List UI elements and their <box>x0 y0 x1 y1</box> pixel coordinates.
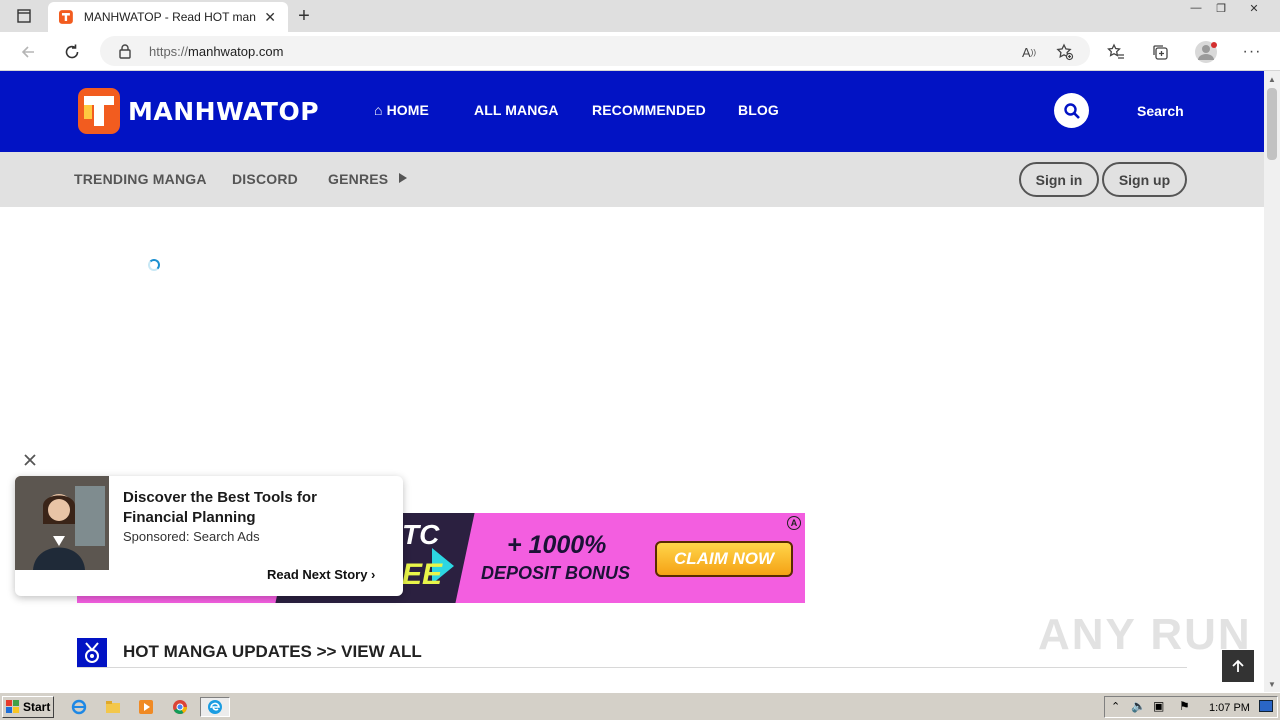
profile-button[interactable] <box>1192 38 1220 66</box>
home-icon: ⌂ <box>374 102 383 118</box>
browser-tab[interactable]: MANHWATOP - Read HOT manga ✕ <box>48 2 288 32</box>
section-divider <box>77 667 1187 668</box>
nav-genres[interactable]: GENRES <box>328 171 408 187</box>
page-scrollbar[interactable]: ▲ ▼ <box>1264 71 1280 692</box>
secondary-nav: TRENDING MANGA DISCORD GENRES Sign in Si… <box>0 152 1264 207</box>
profile-avatar-icon <box>1195 41 1217 63</box>
lock-icon <box>119 44 131 59</box>
explorer-taskbar-icon[interactable] <box>102 697 124 717</box>
taskbar-clock[interactable]: 1:07 PM <box>1209 702 1250 714</box>
tab-title: MANHWATOP - Read HOT manga <box>83 10 257 24</box>
nav-trending-manga[interactable]: TRENDING MANGA <box>74 171 207 187</box>
add-favorite-icon[interactable] <box>1054 41 1076 63</box>
tab-actions-icon <box>17 9 31 23</box>
tab-close-icon[interactable]: ✕ <box>262 9 278 25</box>
edge-taskbar-icon[interactable] <box>200 697 230 717</box>
sign-up-button[interactable]: Sign up <box>1102 162 1187 197</box>
media-player-taskbar-icon[interactable] <box>135 697 157 717</box>
read-aloud-icon[interactable]: A)) <box>1018 41 1040 63</box>
flag-icon[interactable]: ⚑ <box>1179 699 1190 713</box>
banner-ad-bonus: + 1000% <box>507 531 607 559</box>
refresh-button[interactable] <box>58 38 86 66</box>
popup-ad-photo <box>15 476 109 570</box>
caret-right-icon <box>399 173 408 183</box>
search-label[interactable]: Search <box>1137 103 1184 119</box>
ellipsis-icon: ··· <box>1242 43 1262 60</box>
scroll-up-icon[interactable]: ▲ <box>1264 71 1280 87</box>
back-arrow-icon <box>21 46 34 58</box>
sponsored-popup[interactable]: Discover the Best Tools for Financial Pl… <box>15 476 403 596</box>
site-header: MANHWATOP ⌂ HOME ALL MANGA RECOMMENDED B… <box>0 71 1264 152</box>
search-button[interactable] <box>1054 93 1089 128</box>
popup-ad-headline[interactable]: Discover the Best Tools for Financial Pl… <box>123 488 383 528</box>
volume-icon[interactable]: 🔈 <box>1131 699 1146 713</box>
restore-icon[interactable]: ❐ <box>1209 0 1233 16</box>
site-logo[interactable]: MANHWATOP <box>76 86 319 136</box>
windows-taskbar: Start ⌃ 🔈 ▣ ⚑ 1:07 PM <box>0 692 1280 720</box>
favorites-icon <box>1107 43 1124 59</box>
address-bar[interactable]: https://manhwatop.com A)) <box>100 36 1090 66</box>
section-title[interactable]: HOT MANGA UPDATES >> VIEW ALL <box>123 642 422 662</box>
collections-icon <box>1153 45 1168 60</box>
window-close-icon[interactable]: ✕ <box>1242 0 1266 16</box>
collections-button[interactable] <box>1146 38 1174 66</box>
banner-ad-line2: EE <box>402 558 443 591</box>
system-tray: ⌃ 🔈 ▣ ⚑ <box>1104 696 1278 718</box>
claim-now-button[interactable]: CLAIM NOW <box>655 541 793 577</box>
back-to-top-button[interactable] <box>1222 650 1254 682</box>
popup-ad-sponsor: Sponsored: Search Ads <box>123 529 260 544</box>
nav-home[interactable]: ⌂ HOME <box>374 102 429 118</box>
nav-discord[interactable]: DISCORD <box>232 171 298 187</box>
hot-medal-icon <box>77 638 107 668</box>
popup-close-button[interactable] <box>20 450 40 470</box>
logo-mark-icon <box>78 88 120 134</box>
banner-ad-deposit: DEPOSIT BONUS <box>481 563 631 583</box>
banner-ad-line1: TC <box>402 519 440 550</box>
nav-recommended[interactable]: RECOMMENDED <box>592 102 706 118</box>
tray-expand-icon[interactable]: ⌃ <box>1111 700 1120 713</box>
read-next-story-link[interactable]: Read Next Story › <box>267 567 375 582</box>
show-desktop-icon[interactable] <box>1259 700 1273 712</box>
more-menu-button[interactable]: ··· <box>1238 38 1266 66</box>
browser-toolbar: https://manhwatop.com A)) ··· <box>0 32 1280 71</box>
new-tab-button[interactable]: + <box>292 4 316 28</box>
back-button[interactable] <box>14 38 42 66</box>
sign-in-button[interactable]: Sign in <box>1019 162 1099 197</box>
search-icon <box>1063 102 1080 119</box>
chrome-taskbar-icon[interactable] <box>169 697 191 717</box>
start-button[interactable]: Start <box>2 696 54 718</box>
tab-actions-button[interactable] <box>8 4 40 28</box>
network-icon[interactable]: ▣ <box>1153 699 1164 713</box>
refresh-icon <box>65 44 79 59</box>
scroll-thumb[interactable] <box>1267 88 1277 160</box>
windows-logo-icon <box>6 700 19 713</box>
arrow-up-icon <box>1232 659 1244 672</box>
close-icon <box>24 454 36 466</box>
adchoices-icon[interactable]: A <box>787 516 801 530</box>
nav-all-manga[interactable]: ALL MANGA <box>474 102 559 118</box>
logo-text: MANHWATOP <box>128 96 320 126</box>
url-text: https://manhwatop.com <box>149 44 284 59</box>
chevron-right-icon: › <box>371 567 376 582</box>
minimize-icon[interactable]: — <box>1184 0 1208 16</box>
nav-blog[interactable]: BLOG <box>738 102 779 118</box>
scroll-down-icon[interactable]: ▼ <box>1264 676 1280 692</box>
watermark-text: ANY RUN <box>1038 610 1252 659</box>
ie-taskbar-icon[interactable] <box>68 697 90 717</box>
browser-tab-strip: MANHWATOP - Read HOT manga ✕ + — ❐ ✕ <box>0 0 1280 32</box>
loading-spinner-icon <box>148 259 160 271</box>
favorites-button[interactable] <box>1102 38 1130 66</box>
site-favicon-icon <box>58 10 73 24</box>
